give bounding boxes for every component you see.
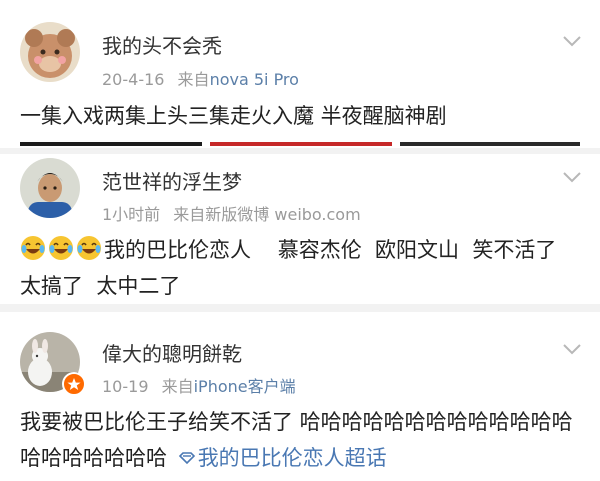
post-meta: 10-19 来自iPhone客户端 (102, 373, 296, 397)
post-meta: 20-4-16 来自nova 5i Pro (102, 66, 299, 90)
post-text: 一集入戏两集上头三集走火入魔 半夜醒脑神剧 (20, 104, 447, 128)
chevron-down-icon[interactable] (562, 170, 582, 184)
post-date: 1小时前 (102, 205, 161, 224)
post-card: 偉大的聰明餅乾 10-19 来自iPhone客户端 我要被巴比伦王子给笑不活了 … (0, 312, 600, 481)
post-card: 我的头不会秃 20-4-16 来自nova 5i Pro 一集入戏两集上头三集走… (0, 0, 600, 148)
post-source[interactable]: 新版微博 weibo.com (205, 205, 360, 224)
post-text: 我的巴比伦恋人 慕容杰伦 欧阳文山 笑不活了 太搞了 太中二了 (20, 232, 585, 304)
avatar[interactable] (20, 158, 80, 218)
post-date: 10-19 (102, 377, 149, 396)
post-text-body: 我的巴比伦恋人 慕容杰伦 欧阳文山 笑不活了 太搞了 太中二了 (20, 238, 577, 298)
post-source[interactable]: iPhone客户端 (194, 377, 296, 396)
laugh-cry-emoji (49, 236, 73, 260)
source-prefix: 来自 (173, 205, 206, 224)
username[interactable]: 范世祥的浮生梦 (102, 166, 242, 195)
post-source[interactable]: nova 5i Pro (210, 70, 299, 89)
source-prefix: 来自 (161, 377, 194, 396)
verified-badge-icon (62, 372, 86, 396)
avatar[interactable] (20, 22, 80, 82)
source-prefix: 来自 (177, 70, 210, 89)
post-date: 20-4-16 (102, 70, 165, 89)
laugh-cry-emoji (21, 236, 45, 260)
image-preview[interactable] (20, 142, 580, 146)
topic-link-label[interactable]: 我的巴比伦恋人超话 (198, 446, 387, 470)
username[interactable]: 偉大的聰明餅乾 (102, 338, 242, 367)
separator (0, 304, 600, 312)
chevron-down-icon[interactable] (562, 342, 582, 356)
post-text: 我要被巴比伦王子给笑不活了 哈哈哈哈哈哈哈哈哈哈哈哈哈哈哈哈哈哈哈哈 我的巴比伦… (20, 404, 585, 476)
laugh-cry-emoji (77, 236, 101, 260)
post-meta: 1小时前 来自新版微博 weibo.com (102, 201, 361, 225)
topic-link[interactable]: 我的巴比伦恋人超话 (174, 446, 387, 470)
username[interactable]: 我的头不会秃 (102, 30, 222, 59)
diamond-topic-icon (178, 452, 195, 465)
chevron-down-icon[interactable] (562, 34, 582, 48)
post-card: 范世祥的浮生梦 1小时前 来自新版微博 weibo.com 我的巴比伦恋人 慕容… (0, 154, 600, 304)
